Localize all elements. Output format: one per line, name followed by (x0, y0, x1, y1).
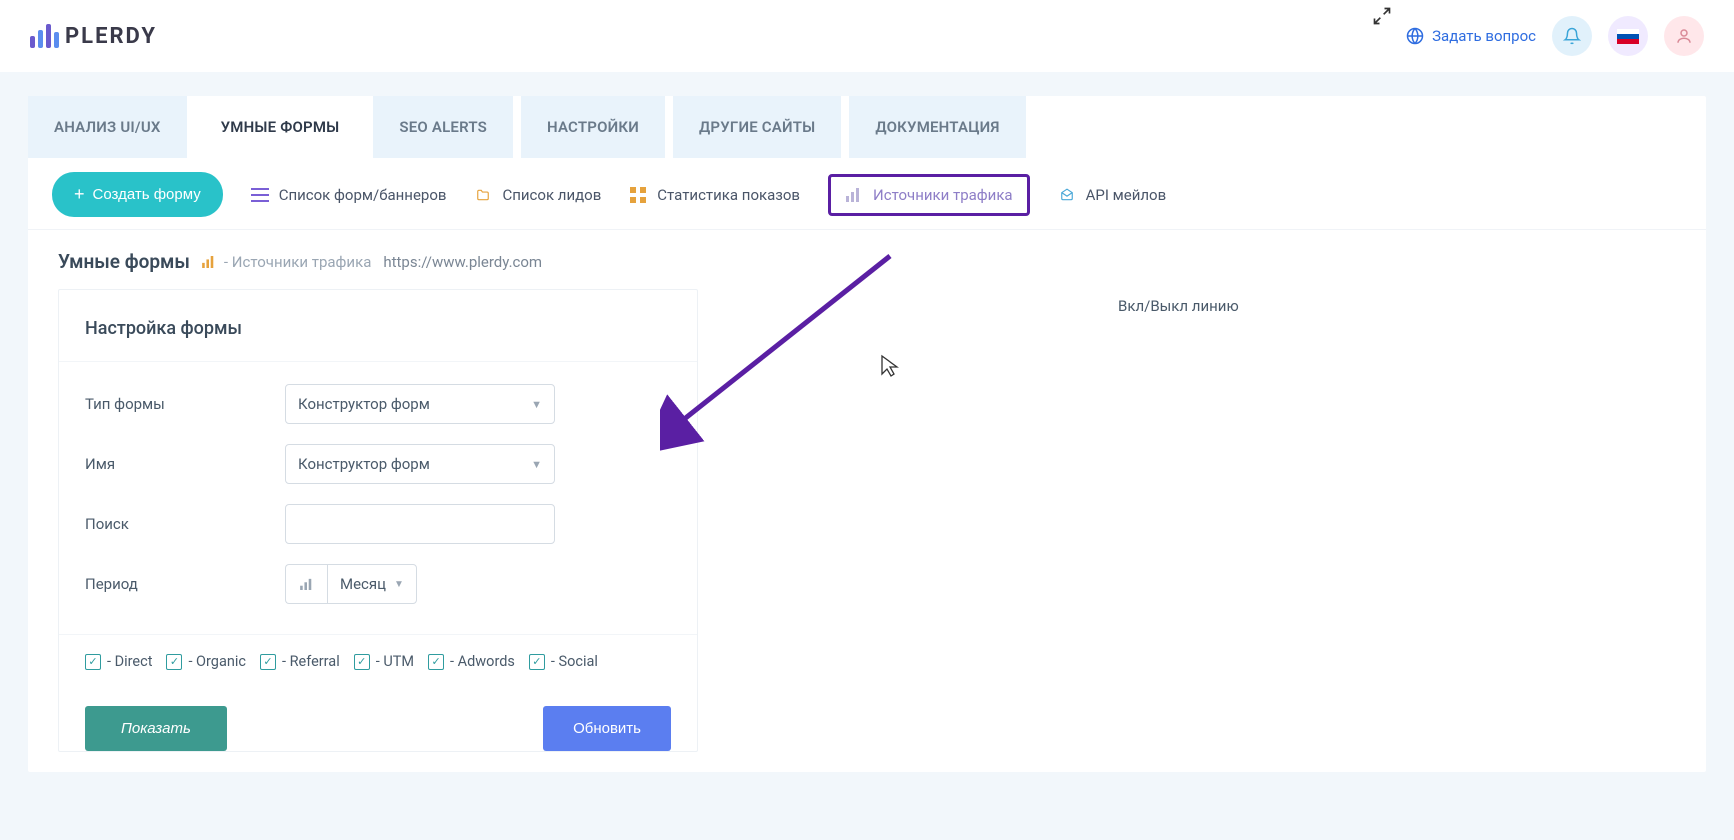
create-form-button[interactable]: + Создать форму (52, 172, 223, 217)
filter-label: - Adwords (450, 653, 515, 670)
ask-question-link[interactable]: Задать вопрос (1406, 27, 1536, 45)
flag-ru-icon (1617, 29, 1639, 44)
tab-label: SEO ALERTS (399, 118, 487, 136)
toggle-line-label[interactable]: Вкл/Выкл линию (738, 297, 1676, 315)
tab-label: ДОКУМЕНТАЦИЯ (875, 118, 999, 136)
checkbox-icon: ✓ (428, 654, 444, 670)
profile-button[interactable] (1664, 16, 1704, 56)
filter-utm[interactable]: ✓ - UTM (354, 653, 414, 670)
type-value: Конструктор форм (298, 395, 430, 413)
subitem-stats[interactable]: Статистика показов (629, 186, 800, 204)
filter-organic[interactable]: ✓ - Organic (166, 653, 246, 670)
bell-icon (1563, 27, 1581, 45)
subitem-label: API мейлов (1086, 186, 1167, 204)
filter-referral[interactable]: ✓ - Referral (260, 653, 340, 670)
folder-icon (474, 187, 492, 203)
main-card: АНАЛИЗ UI/UX УМНЫЕ ФОРМЫ SEO ALERTS НАСТ… (28, 96, 1706, 772)
tab-documentation[interactable]: ДОКУМЕНТАЦИЯ (849, 96, 1025, 158)
name-select[interactable]: Конструктор форм ▼ (285, 444, 555, 484)
update-button[interactable]: Обновить (543, 706, 671, 751)
subitem-label: Список форм/баннеров (279, 186, 447, 204)
top-actions: Задать вопрос (1406, 16, 1704, 56)
page-title: Умные формы (58, 250, 190, 273)
checkbox-icon: ✓ (166, 654, 182, 670)
filter-label: - Organic (188, 653, 246, 670)
chevron-down-icon: ▼ (531, 398, 542, 411)
period-chart-button[interactable] (285, 564, 327, 604)
subitem-api-mails[interactable]: API мейлов (1058, 186, 1167, 204)
filter-direct[interactable]: ✓ - Direct (85, 653, 152, 670)
grid-icon (629, 187, 647, 203)
sub-toolbar: + Создать форму Список форм/баннеров Спи… (28, 158, 1706, 230)
type-label: Тип формы (85, 395, 285, 413)
checkbox-icon: ✓ (354, 654, 370, 670)
tab-other-sites[interactable]: ДРУГИЕ САЙТЫ (673, 96, 841, 158)
type-select[interactable]: Конструктор форм ▼ (285, 384, 555, 424)
show-button-label: Показать (121, 720, 191, 737)
filter-label: - Referral (282, 653, 340, 670)
subitem-label: Список лидов (502, 186, 601, 204)
traffic-filters: ✓- Direct ✓- Organic ✓- Referral ✓- UTM … (59, 634, 697, 688)
checkbox-icon: ✓ (260, 654, 276, 670)
subitem-forms-list[interactable]: Список форм/баннеров (251, 186, 447, 204)
list-icon (251, 187, 269, 203)
top-bar: PLERDY Задать вопрос (0, 0, 1734, 72)
subitem-label: Источники трафика (873, 186, 1013, 204)
period-value: Месяц (340, 575, 386, 593)
create-form-label: Создать форму (93, 186, 201, 203)
tab-label: ДРУГИЕ САЙТЫ (699, 118, 815, 136)
filter-label: - UTM (376, 653, 414, 670)
user-icon (1675, 27, 1693, 45)
subitem-traffic-sources[interactable]: Источники трафика (828, 174, 1030, 216)
breadcrumb-site: https://www.plerdy.com (383, 253, 542, 271)
filter-adwords[interactable]: ✓ - Adwords (428, 653, 515, 670)
chart-panel: Вкл/Выкл линию (738, 289, 1676, 752)
breadcrumb: Умные формы - Источники трафика https://… (28, 230, 1706, 289)
name-label: Имя (85, 455, 285, 473)
chart-icon (202, 256, 216, 268)
tab-analysis[interactable]: АНАЛИЗ UI/UX (28, 96, 187, 158)
plus-icon: + (74, 184, 85, 205)
breadcrumb-section: - Источники трафика (224, 253, 371, 271)
chevron-down-icon: ▼ (394, 579, 404, 590)
form-settings-heading: Настройка формы (59, 290, 697, 362)
notifications-button[interactable] (1552, 16, 1592, 56)
search-label: Поиск (85, 515, 285, 533)
tab-label: НАСТРОЙКИ (547, 118, 639, 136)
subitem-leads-list[interactable]: Список лидов (474, 186, 601, 204)
filter-label: - Social (551, 653, 598, 670)
show-button[interactable]: Показать (85, 706, 227, 751)
search-input[interactable] (285, 504, 555, 544)
mail-icon (1058, 187, 1076, 203)
checkbox-icon: ✓ (85, 654, 101, 670)
period-label: Период (85, 575, 285, 593)
filter-social[interactable]: ✓ - Social (529, 653, 598, 670)
expand-icon[interactable] (1372, 6, 1392, 26)
globe-icon (1406, 27, 1424, 45)
tab-settings[interactable]: НАСТРОЙКИ (521, 96, 665, 158)
filter-label: - Direct (107, 653, 152, 670)
tab-label: АНАЛИЗ UI/UX (54, 118, 161, 136)
period-select[interactable]: Месяц ▼ (327, 564, 417, 604)
main-tabs: АНАЛИЗ UI/UX УМНЫЕ ФОРМЫ SEO ALERTS НАСТ… (28, 96, 1706, 158)
form-settings-card: Настройка формы Тип формы Конструктор фо… (58, 289, 698, 752)
tab-smart-forms[interactable]: УМНЫЕ ФОРМЫ (195, 96, 366, 158)
name-value: Конструктор форм (298, 455, 430, 473)
update-button-label: Обновить (573, 720, 641, 737)
checkbox-icon: ✓ (529, 654, 545, 670)
subitem-label: Статистика показов (657, 186, 800, 204)
chevron-down-icon: ▼ (531, 458, 542, 471)
ask-question-label: Задать вопрос (1432, 27, 1536, 45)
tab-seo-alerts[interactable]: SEO ALERTS (373, 96, 513, 158)
chart-icon (845, 187, 863, 203)
logo-bars-icon (30, 24, 59, 48)
logo[interactable]: PLERDY (30, 24, 157, 49)
tab-label: УМНЫЕ ФОРМЫ (221, 118, 340, 136)
bars-icon (300, 578, 314, 590)
brand-text: PLERDY (65, 24, 157, 49)
language-button[interactable] (1608, 16, 1648, 56)
